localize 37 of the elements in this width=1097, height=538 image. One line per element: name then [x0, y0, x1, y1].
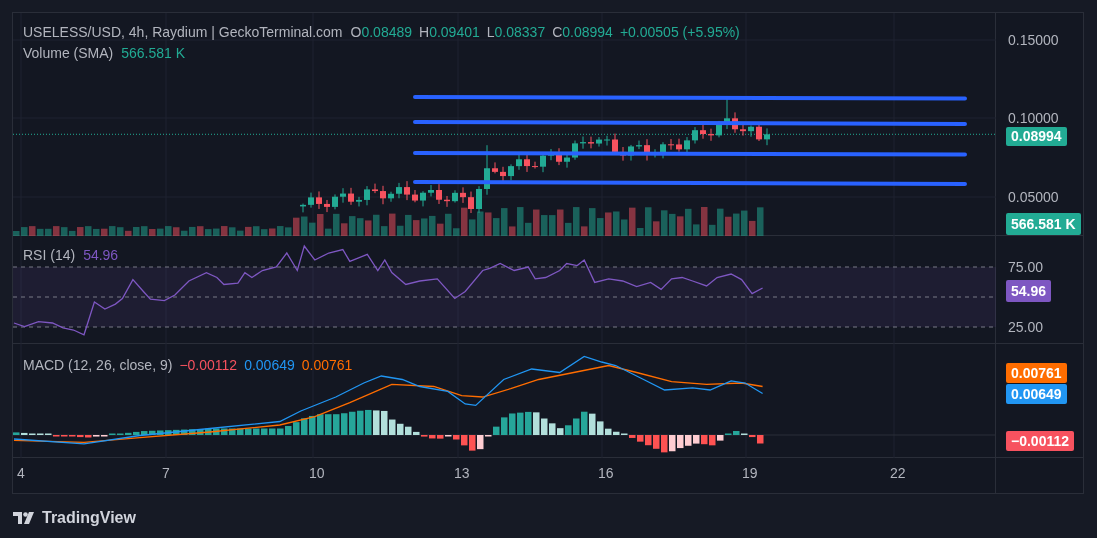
price-change: +0.00505 (+5.95%) [619, 23, 740, 41]
time-tick: 13 [454, 465, 470, 481]
price-tick: 0.10000 [1008, 110, 1059, 126]
macd-value: 0.00761 [301, 356, 353, 374]
time-tick: 7 [162, 465, 170, 481]
time-tick: 10 [309, 465, 325, 481]
ohlc-value: 0.08489 [361, 23, 413, 41]
ohlc-label: O [350, 23, 362, 41]
rsi-tick: 25.00 [1008, 319, 1044, 335]
macd-value: 0.00649 [244, 356, 295, 374]
ohlc-label: H [419, 23, 430, 41]
ohlc-label: C [552, 23, 563, 41]
ohlc-value: 0.09401 [429, 23, 480, 41]
brand-name: TradingView [42, 508, 136, 528]
macd-badge: 0.00649 [1006, 384, 1067, 404]
time-tick: 19 [742, 465, 758, 481]
volume-value: 566.581 K [121, 44, 186, 62]
macd-badge: 0.00761 [1006, 363, 1067, 383]
macd-value: −0.00112 [179, 356, 238, 374]
price-tick: 0.15000 [1008, 32, 1059, 48]
macd-label: MACD (12, 26, close, 9) [23, 356, 173, 374]
time-tick: 4 [17, 465, 25, 481]
macd-badge: −0.00112 [1006, 431, 1074, 451]
ohlc-label: L [486, 23, 495, 41]
rsi-value: 54.96 [83, 246, 119, 264]
symbol-title: USELESS/USD, 4h, Raydium | GeckoTerminal.com [23, 23, 343, 41]
time-tick: 22 [890, 465, 906, 481]
volume-label: Volume (SMA) [23, 44, 114, 62]
last-price-badge: 0.08994 [1006, 127, 1067, 146]
volume-badge: 566.581 K [1006, 213, 1081, 235]
rsi-label: RSI (14) [23, 246, 76, 264]
ohlc-value: 0.08994 [562, 23, 613, 41]
ohlc-value: 0.08337 [494, 23, 546, 41]
rsi-badge: 54.96 [1006, 280, 1052, 302]
price-tick: 0.05000 [1008, 189, 1059, 205]
rsi-tick: 75.00 [1008, 259, 1044, 275]
time-tick: 16 [598, 465, 614, 481]
